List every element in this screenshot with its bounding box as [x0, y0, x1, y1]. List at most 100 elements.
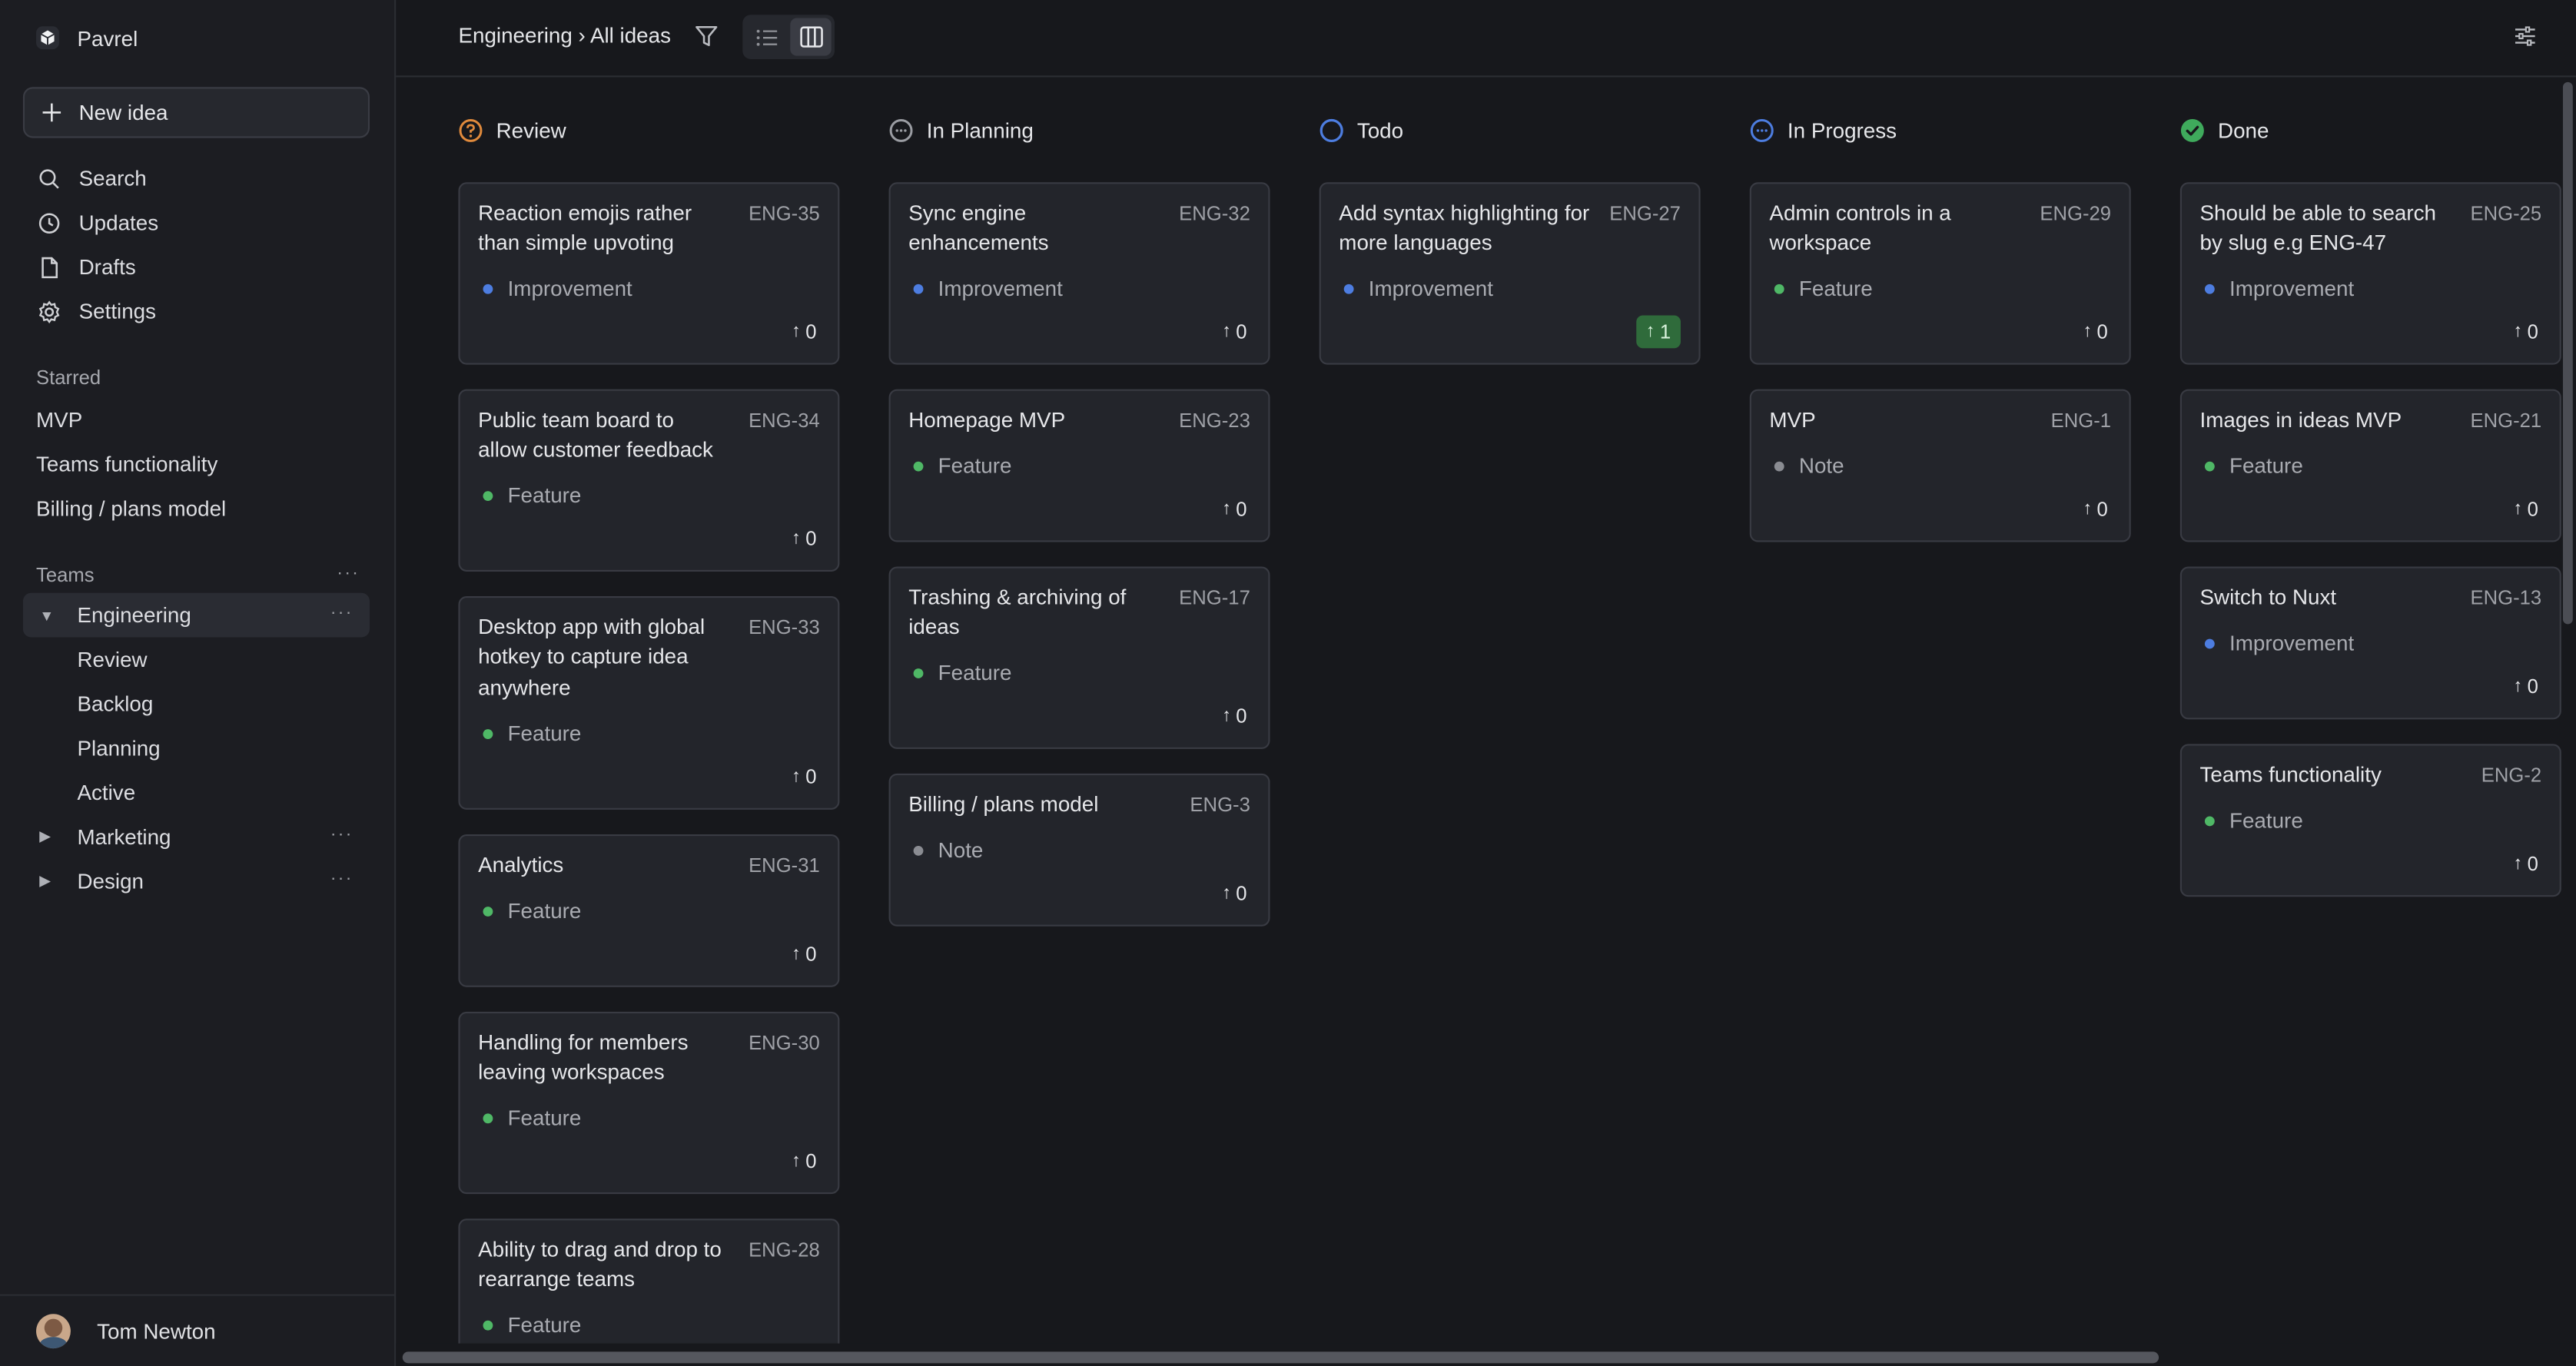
caret-right-icon[interactable]: ▶ — [39, 827, 62, 846]
vertical-scrollbar-thumb[interactable] — [2562, 81, 2573, 625]
workspace-switcher[interactable]: Pavrel — [36, 23, 138, 52]
upvote-button[interactable]: ↑ 0 — [788, 1145, 820, 1178]
upvote-button[interactable]: ↑ 0 — [788, 761, 820, 794]
idea-card[interactable]: MVP ENG-1 Note ↑ 0 — [1749, 389, 2131, 542]
vertical-scrollbar[interactable] — [2560, 79, 2576, 1344]
teams-list: ▼ Engineering ··· Review Backlog Plannin… — [22, 592, 370, 903]
column-header[interactable]: Done — [2180, 117, 2269, 143]
arrow-up-icon: ↑ — [2513, 854, 2523, 874]
card-tag-label: Feature — [507, 482, 582, 508]
breadcrumb[interactable]: Engineering › All ideas — [458, 23, 671, 48]
user-menu[interactable]: Tom Newton — [0, 1294, 395, 1366]
card-id: ENG-29 — [2040, 201, 2112, 225]
caret-down-icon[interactable]: ▼ — [39, 607, 62, 623]
idea-card[interactable]: Analytics ENG-31 Feature ↑ 0 — [458, 834, 840, 987]
tag-dot-icon — [483, 728, 493, 738]
card-title: MVP — [1769, 407, 1816, 433]
upvote-button[interactable]: ↑ 0 — [2080, 492, 2111, 526]
tag-dot-icon — [483, 1319, 493, 1330]
team-design[interactable]: ▶ Design ··· — [23, 859, 370, 903]
arrow-up-icon: ↑ — [2513, 499, 2523, 519]
idea-card[interactable]: Public team board to allow customer feed… — [458, 389, 840, 572]
column-header[interactable]: In Progress — [1750, 117, 1897, 143]
idea-card[interactable]: Handling for members leaving workspaces … — [458, 1011, 840, 1195]
idea-card[interactable]: Reaction emojis rather than simple upvot… — [458, 182, 840, 365]
column-header[interactable]: Todo — [1320, 117, 1403, 143]
tag-dot-icon — [2204, 815, 2215, 826]
tag-dot-icon — [913, 460, 924, 471]
new-idea-button[interactable]: New idea — [22, 87, 370, 138]
team-design-more-icon[interactable]: ··· — [330, 869, 354, 889]
card-id: ENG-2 — [2481, 764, 2542, 787]
card-title: Add syntax highlighting for more languag… — [1339, 200, 1590, 255]
starred-item-teams-functionality[interactable]: Teams functionality — [23, 442, 370, 486]
nav-settings[interactable]: Settings — [23, 289, 370, 333]
nav-updates[interactable]: Updates — [23, 201, 370, 245]
starred-item-billing[interactable]: Billing / plans model — [23, 486, 370, 531]
arrow-up-icon: ↑ — [792, 529, 801, 549]
horizontal-scrollbar[interactable] — [396, 1343, 2576, 1366]
column-header[interactable]: Review — [458, 117, 566, 143]
upvote-button[interactable]: ↑ 0 — [1219, 315, 1250, 348]
column-header[interactable]: In Planning — [889, 117, 1034, 143]
horizontal-scrollbar-thumb[interactable] — [402, 1351, 2159, 1364]
caret-right-icon[interactable]: ▶ — [39, 872, 62, 890]
upvote-button[interactable]: ↑ 0 — [1219, 700, 1250, 733]
vote-count: 0 — [2096, 320, 2108, 343]
team-sub-backlog[interactable]: Backlog — [23, 681, 370, 726]
idea-card[interactable]: Billing / plans model ENG-3 Note ↑ 0 — [888, 773, 1270, 927]
idea-card[interactable]: Add syntax highlighting for more languag… — [1319, 182, 1701, 365]
upvote-button[interactable]: ↑ 0 — [2510, 492, 2541, 526]
idea-card[interactable]: Should be able to search by slug e.g ENG… — [2179, 182, 2561, 365]
team-sub-planning[interactable]: Planning — [23, 726, 370, 771]
upvote-button[interactable]: ↑ 0 — [2080, 315, 2111, 348]
vote-count: 0 — [2527, 852, 2538, 876]
idea-card[interactable]: Desktop app with global hotkey to captur… — [458, 596, 840, 810]
vote-count: 0 — [2527, 320, 2538, 343]
upvote-button[interactable]: ↑ 0 — [2510, 847, 2541, 880]
team-marketing-label: Marketing — [77, 824, 171, 850]
column-title: Done — [2218, 117, 2269, 142]
upvote-button[interactable]: ↑ 0 — [1219, 877, 1250, 910]
nav-search[interactable]: Search — [23, 156, 370, 201]
tag-dot-icon — [913, 844, 924, 855]
idea-card[interactable]: Admin controls in a workspace ENG-29 Fea… — [1749, 182, 2131, 365]
teams-more-icon[interactable]: ··· — [337, 563, 360, 583]
card-id: ENG-23 — [1179, 409, 1250, 433]
idea-card[interactable]: Trashing & archiving of ideas ENG-17 Fea… — [888, 566, 1270, 749]
starred-item-mvp[interactable]: MVP — [23, 397, 370, 442]
workspace-name: Pavrel — [77, 25, 138, 51]
team-engineering[interactable]: ▼ Engineering ··· — [22, 592, 370, 638]
list-view-button[interactable] — [746, 18, 787, 56]
upvote-button[interactable]: ↑ 0 — [2510, 670, 2541, 703]
team-sub-active[interactable]: Active — [23, 771, 370, 815]
team-marketing-more-icon[interactable]: ··· — [330, 824, 354, 844]
upvote-button[interactable]: ↑ 1 — [1635, 315, 1681, 349]
team-engineering-more-icon[interactable]: ··· — [330, 603, 354, 623]
upvote-button[interactable]: ↑ 0 — [1219, 492, 1250, 526]
card-tag-label: Improvement — [2229, 630, 2355, 655]
tag-dot-icon — [1343, 283, 1354, 293]
idea-card[interactable]: Switch to Nuxt ENG-13 Improvement ↑ 0 — [2179, 566, 2561, 720]
idea-card[interactable]: Images in ideas MVP ENG-21 Feature ↑ 0 — [2179, 389, 2561, 542]
team-marketing[interactable]: ▶ Marketing ··· — [23, 814, 370, 859]
new-idea-label: New idea — [78, 100, 168, 125]
tag-dot-icon — [1774, 283, 1784, 293]
idea-card[interactable]: Ability to drag and drop to rearrange te… — [458, 1218, 840, 1344]
upvote-button[interactable]: ↑ 0 — [788, 938, 820, 971]
sliders-icon[interactable] — [2514, 25, 2537, 48]
arrow-up-icon: ↑ — [2083, 322, 2093, 342]
team-engineering-label: Engineering — [77, 602, 191, 628]
team-sub-review[interactable]: Review — [23, 637, 370, 681]
idea-card[interactable]: Homepage MVP ENG-23 Feature ↑ 0 — [888, 389, 1270, 542]
card-tag: Note — [908, 837, 983, 862]
idea-card[interactable]: Teams functionality ENG-2 Feature ↑ 0 — [2179, 744, 2561, 897]
filter-icon[interactable] — [693, 23, 719, 49]
board-view-button[interactable] — [790, 18, 832, 56]
plus-icon — [42, 103, 61, 122]
upvote-button[interactable]: ↑ 0 — [788, 522, 820, 555]
upvote-button[interactable]: ↑ 0 — [788, 315, 820, 348]
idea-card[interactable]: Sync engine enhancements ENG-32 Improvem… — [888, 182, 1270, 365]
nav-drafts[interactable]: Drafts — [23, 245, 370, 290]
upvote-button[interactable]: ↑ 0 — [2510, 315, 2541, 348]
